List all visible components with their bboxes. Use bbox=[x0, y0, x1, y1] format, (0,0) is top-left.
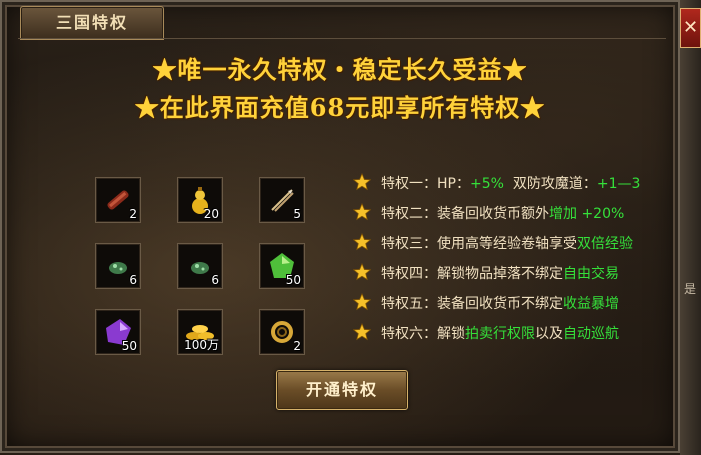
privilege-label: 特权五： bbox=[381, 296, 437, 312]
reward-item-grid: 2 20 5 6 6 50 50 100万 2 bbox=[95, 177, 310, 357]
privilege-text: 解锁物品掉落不绑定 bbox=[437, 266, 563, 282]
item-qty: 6 bbox=[129, 273, 137, 287]
privilege-label: 特权六： bbox=[381, 326, 437, 342]
privilege-label: 特权一： bbox=[381, 176, 437, 192]
item-slot[interactable]: 100万 bbox=[177, 309, 223, 355]
privilege-text: 装备回收货币不绑定 bbox=[437, 296, 563, 312]
item-qty: 6 bbox=[211, 273, 219, 287]
side-strip: 是 bbox=[680, 0, 701, 455]
item-slot[interactable]: 50 bbox=[95, 309, 141, 355]
star-icon bbox=[353, 233, 371, 251]
headline-secondary: ★在此界面充值68元即享所有特权★ bbox=[134, 93, 546, 122]
privilege-row-2: 特权二：装备回收货币额外增加 +20% bbox=[353, 200, 683, 224]
item-qty: 5 bbox=[293, 207, 301, 221]
star-icon bbox=[353, 263, 371, 281]
privilege-text: 解锁 bbox=[437, 326, 465, 342]
item-slot[interactable]: 5 bbox=[259, 177, 305, 223]
privilege-row-6: 特权六：解锁拍卖行权限以及自动巡航 bbox=[353, 320, 683, 344]
privilege-text: 装备回收货币额外 bbox=[437, 206, 549, 222]
item-slot[interactable]: 2 bbox=[259, 309, 305, 355]
star-icon bbox=[353, 203, 371, 221]
star-icon bbox=[353, 293, 371, 311]
privilege-highlight: 收益暴增 bbox=[563, 296, 619, 312]
privilege-highlight: 拍卖行权限 bbox=[465, 326, 535, 342]
privilege-window: 是 三国特权 ✕ ★唯一永久特权・稳定长久受益★ ★在此界面充值68元即享所有特… bbox=[0, 0, 701, 455]
privilege-label: 特权二： bbox=[381, 206, 437, 222]
activate-privilege-button[interactable]: 开通特权 bbox=[276, 370, 408, 410]
item-qty: 20 bbox=[203, 207, 219, 221]
item-slot[interactable]: 20 bbox=[177, 177, 223, 223]
star-icon bbox=[353, 323, 371, 341]
privilege-row-1: 特权一：HP：+5% 双防攻魔道：+1—3 bbox=[353, 170, 683, 194]
privilege-label: 特权三： bbox=[381, 236, 437, 252]
close-button[interactable]: ✕ bbox=[680, 8, 701, 48]
item-qty: 50 bbox=[121, 339, 137, 353]
privilege-row-4: 特权四：解锁物品掉落不绑定自由交易 bbox=[353, 260, 683, 284]
privilege-text: 使用高等经验卷轴享受 bbox=[437, 236, 577, 252]
item-qty: 2 bbox=[129, 207, 137, 221]
side-mark: 是 bbox=[684, 282, 697, 296]
privilege-highlight: 自动巡航 bbox=[563, 326, 619, 342]
item-slot[interactable]: 2 bbox=[95, 177, 141, 223]
privilege-highlight: 增加 +20% bbox=[549, 206, 625, 222]
privilege-label: 特权四： bbox=[381, 266, 437, 282]
item-slot[interactable]: 6 bbox=[95, 243, 141, 289]
privilege-highlight: 双倍经验 bbox=[577, 236, 633, 252]
privilege-highlight: +1—3 bbox=[596, 176, 641, 192]
privilege-highlight: +5% bbox=[469, 176, 504, 192]
item-qty: 2 bbox=[293, 339, 301, 353]
privilege-text: 双防攻魔道： bbox=[503, 176, 597, 192]
item-slot[interactable]: 50 bbox=[259, 243, 305, 289]
privilege-row-5: 特权五：装备回收货币不绑定收益暴增 bbox=[353, 290, 683, 314]
divider bbox=[18, 38, 666, 39]
item-qty: 100万 bbox=[184, 338, 219, 352]
tab-title: 三国特权 bbox=[55, 13, 128, 32]
item-slot[interactable]: 6 bbox=[177, 243, 223, 289]
headline-primary: ★唯一永久特权・稳定长久受益★ bbox=[152, 55, 528, 84]
item-qty: 50 bbox=[285, 273, 301, 287]
tab-sanguo-privilege[interactable]: 三国特权 bbox=[20, 6, 164, 40]
star-icon bbox=[353, 173, 371, 191]
privilege-text: HP： bbox=[437, 176, 470, 192]
privilege-text: 以及 bbox=[535, 326, 563, 342]
privilege-row-3: 特权三：使用高等经验卷轴享受双倍经验 bbox=[353, 230, 683, 254]
privilege-highlight: 自由交易 bbox=[563, 266, 619, 282]
